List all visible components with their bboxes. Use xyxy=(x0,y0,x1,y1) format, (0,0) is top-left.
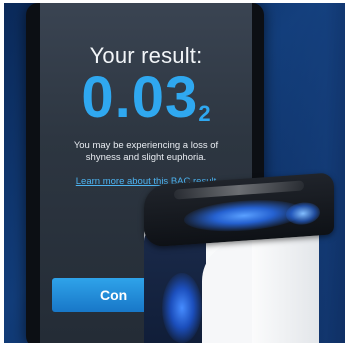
breathalyzer-device xyxy=(144,172,344,343)
bac-result-subscript: 2 xyxy=(198,101,211,126)
cap-led-spot xyxy=(286,201,320,226)
bac-result-value: 0.032 xyxy=(40,69,252,127)
cap-highlight xyxy=(174,180,304,200)
side-led-glow xyxy=(162,273,202,343)
bac-result-main: 0.03 xyxy=(81,65,199,130)
photo-frame: Your result: 0.032 You may be experienci… xyxy=(4,3,345,343)
continue-button-label: Con xyxy=(100,287,128,303)
result-message: You may be experiencing a loss of shynes… xyxy=(73,140,219,163)
device-curve xyxy=(202,241,252,343)
device-side-panel xyxy=(144,229,206,343)
device-cap xyxy=(144,172,334,248)
